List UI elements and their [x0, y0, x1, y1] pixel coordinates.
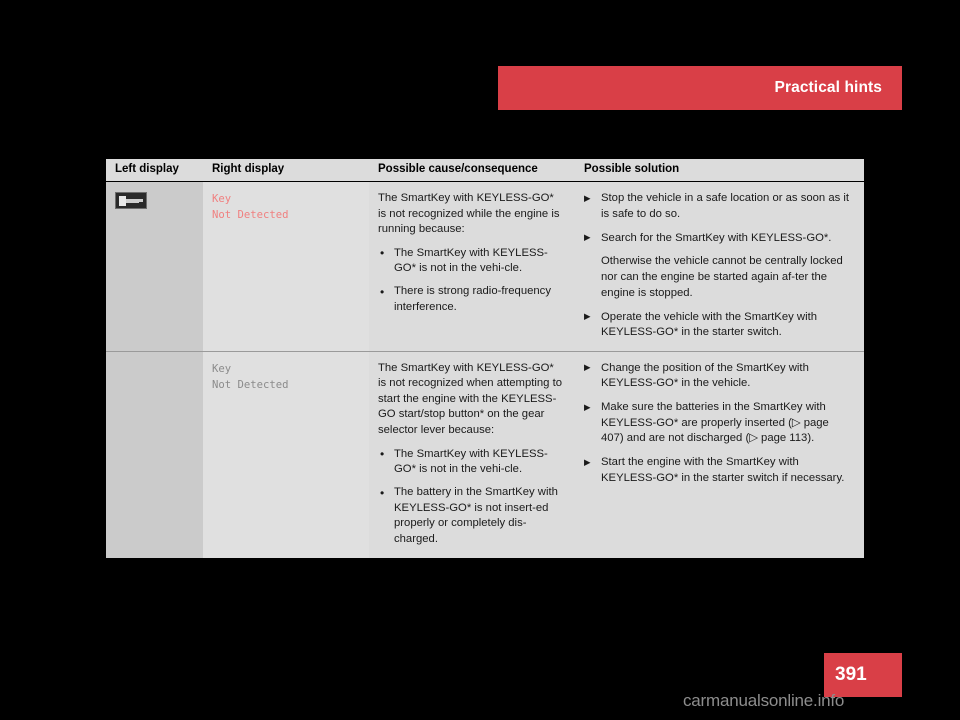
solution-note-text: Otherwise the vehicle cannot be centrall…	[601, 255, 843, 299]
document-page: Practical hints Left display Right displ…	[0, 0, 960, 720]
page-number: 391	[835, 664, 867, 685]
table-header-row: Left display Right display Possible caus…	[106, 159, 864, 182]
cause-intro-text: The SmartKey with KEYLESS-GO* is not rec…	[378, 361, 562, 437]
list-item: Change the position of the SmartKey with…	[584, 361, 854, 392]
table-row: Key Not Detected The SmartKey with KEYLE…	[106, 182, 864, 351]
list-item: Search for the SmartKey with KEYLESS-GO*…	[584, 231, 854, 247]
cell-right-display: Key Not Detected	[203, 182, 369, 351]
cell-cause: The SmartKey with KEYLESS-GO* is not rec…	[369, 182, 575, 351]
column-header-left-display: Left display	[115, 163, 179, 176]
cause-bullet-list: The SmartKey with KEYLESS-GO* is not in …	[378, 446, 565, 548]
list-item: Make sure the batteries in the SmartKey …	[584, 400, 854, 447]
watermark-text: carmanualsonline.info	[683, 691, 845, 710]
list-item: The SmartKey with KEYLESS-GO* is not in …	[378, 245, 565, 277]
cell-solution: Stop the vehicle in a safe location or a…	[575, 182, 864, 351]
column-header-right-display: Right display	[212, 163, 285, 176]
cell-right-display: Key Not Detected	[203, 350, 369, 558]
running-head-band: Practical hints	[498, 66, 902, 110]
cause-intro-text: The SmartKey with KEYLESS-GO* is not rec…	[378, 192, 560, 236]
list-item: There is strong radio-frequency interfer…	[378, 284, 565, 315]
display-message-text: Key Not Detected	[212, 193, 289, 222]
column-header-cause: Possible cause/consequence	[378, 163, 538, 176]
column-header-solution: Possible solution	[584, 163, 680, 176]
list-item: Operate the vehicle with the SmartKey wi…	[584, 310, 854, 341]
list-item: Start the engine with the SmartKey with …	[584, 455, 854, 486]
table-row: Key Not Detected The SmartKey with KEYLE…	[106, 350, 864, 558]
running-head-label: Practical hints	[774, 79, 882, 96]
cell-left-display	[106, 350, 203, 558]
solution-step-list: Stop the vehicle in a safe location or a…	[584, 191, 854, 341]
cell-cause: The SmartKey with KEYLESS-GO* is not rec…	[369, 350, 575, 558]
list-item: The battery in the SmartKey with KEYLESS…	[378, 485, 565, 547]
list-item: The SmartKey with KEYLESS-GO* is not in …	[378, 446, 565, 478]
cell-left-display	[106, 182, 203, 351]
solution-step-list: Change the position of the SmartKey with…	[584, 361, 854, 487]
troubleshooting-table: Left display Right display Possible caus…	[106, 159, 864, 558]
key-symbol-icon	[115, 192, 147, 209]
display-message-text: Key Not Detected	[212, 362, 289, 391]
cell-solution: Change the position of the SmartKey with…	[575, 350, 864, 558]
cause-bullet-list: The SmartKey with KEYLESS-GO* is not in …	[378, 245, 565, 316]
list-item: Stop the vehicle in a safe location or a…	[584, 191, 854, 222]
